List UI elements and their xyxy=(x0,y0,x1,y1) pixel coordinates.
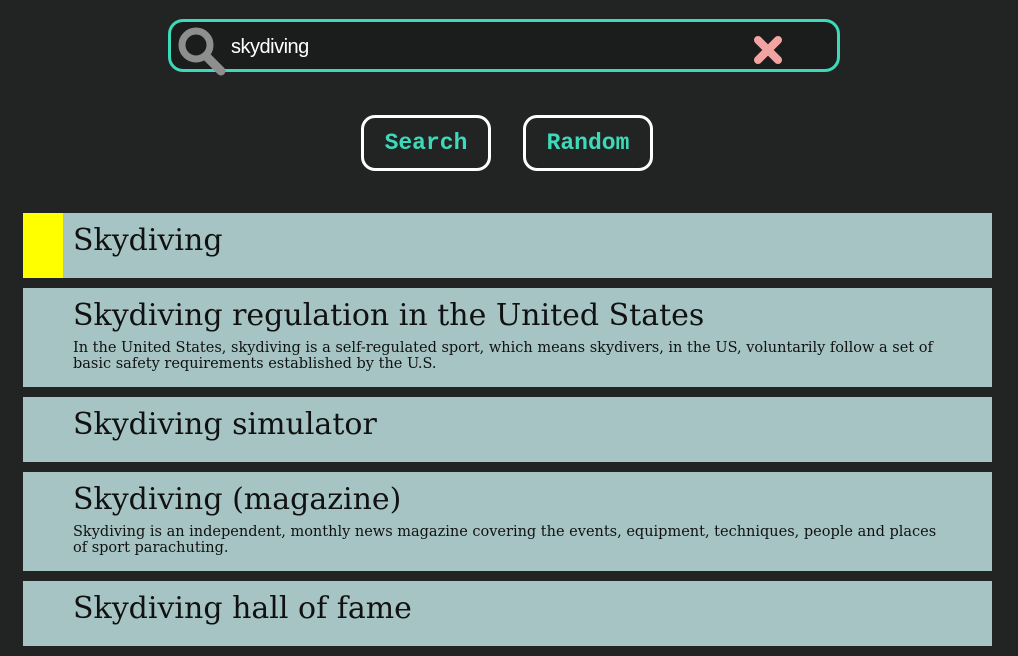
search-input[interactable] xyxy=(231,30,731,64)
search-button[interactable]: Search xyxy=(361,115,491,171)
search-box xyxy=(168,19,840,76)
result-item[interactable]: Skydiving simulator xyxy=(23,397,992,462)
search-icon xyxy=(178,27,226,76)
result-title: Skydiving regulation in the United State… xyxy=(73,298,705,333)
result-title: Skydiving (magazine) xyxy=(73,482,402,517)
result-snippet: Skydiving is an independent, monthly new… xyxy=(73,524,937,556)
result-item[interactable]: Skydiving xyxy=(23,213,992,278)
random-button[interactable]: Random xyxy=(523,115,653,171)
close-icon[interactable] xyxy=(752,34,784,66)
results-list: Skydiving Skydiving regulation in the Un… xyxy=(23,213,992,656)
result-title: Skydiving simulator xyxy=(73,407,377,442)
result-title: Skydiving hall of fame xyxy=(73,591,412,626)
result-item[interactable]: Skydiving (magazine) Skydiving is an ind… xyxy=(23,472,992,571)
result-title: Skydiving xyxy=(73,223,223,258)
result-snippet: In the United States, skydiving is a sel… xyxy=(73,340,933,372)
result-item[interactable]: Skydiving regulation in the United State… xyxy=(23,288,992,387)
result-item[interactable]: Skydiving hall of fame xyxy=(23,581,992,646)
